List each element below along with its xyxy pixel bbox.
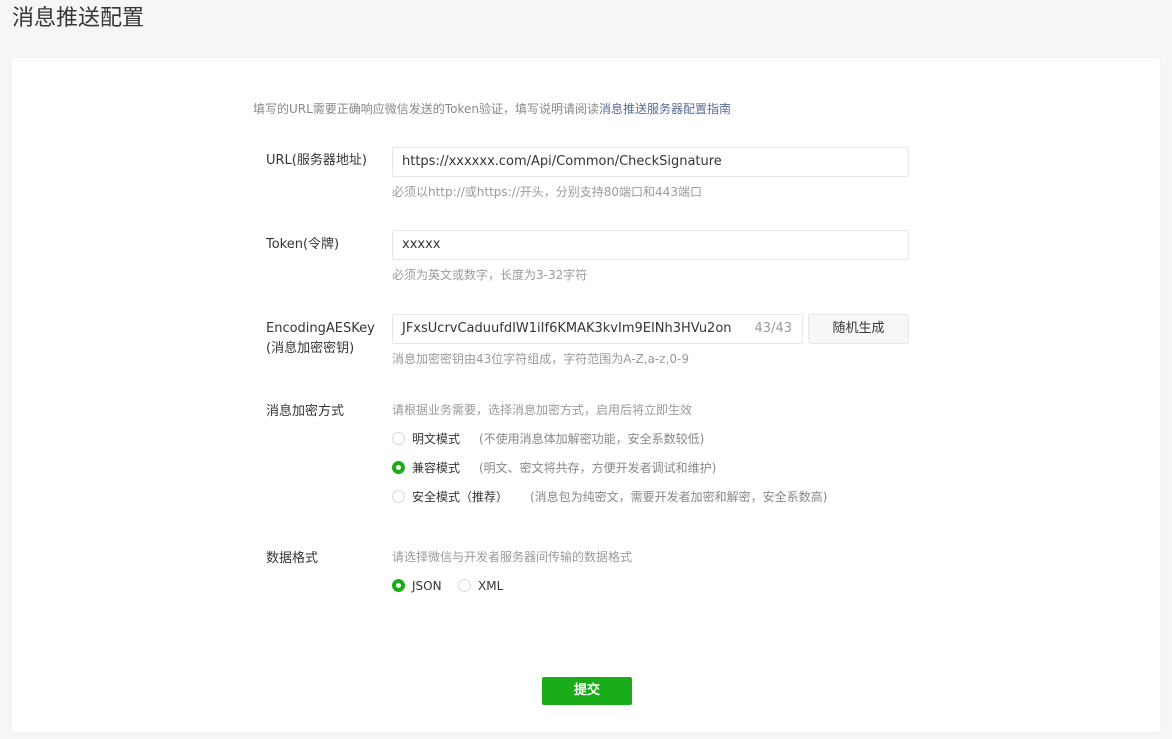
encryption-option-plain[interactable]: 明文模式 (不使用消息体加解密功能，安全系数较低) (392, 429, 792, 449)
radio-compat-desc: (明文、密文将共存，方便开发者调试和维护) (479, 461, 717, 475)
submit-button[interactable]: 提交 (542, 677, 632, 705)
token-input-value: xxxxx (402, 237, 441, 252)
radio-json[interactable] (392, 579, 405, 592)
config-card: 填写的URL需要正确响应微信发送的Token验证，填写说明请阅读消息推送服务器配… (12, 58, 1160, 732)
url-input-value: https://xxxxxx.com/Api/Common/CheckSigna… (402, 154, 722, 169)
radio-compat-label: 兼容模式 (412, 461, 461, 475)
radio-plain-desc: (不使用消息体加解密功能，安全系数较低) (479, 432, 705, 446)
radio-json-label: JSON (412, 579, 442, 593)
encryption-label: 消息加密方式 (266, 404, 345, 419)
token-input[interactable]: xxxxx (392, 230, 909, 260)
radio-xml-label: XML (478, 579, 504, 593)
url-input[interactable]: https://xxxxxx.com/Api/Common/CheckSigna… (392, 147, 909, 177)
radio-secure-label: 安全模式（推荐） (412, 490, 509, 504)
intro-description: 填写的URL需要正确响应微信发送的Token验证，填写说明请阅读 (253, 102, 599, 116)
aeskey-counter: 43/43 (754, 321, 792, 336)
radio-plain[interactable] (392, 432, 405, 445)
radio-compat[interactable] (392, 461, 405, 474)
format-label: 数据格式 (266, 551, 319, 566)
format-option-xml[interactable]: XML (458, 576, 518, 596)
radio-xml[interactable] (458, 579, 471, 592)
encryption-option-secure[interactable]: 安全模式（推荐） (消息包为纯密文，需要开发者加密和解密，安全系数高) (392, 487, 892, 507)
aeskey-hint: 消息加密密钥由43位字符组成，字符范围为A-Z,a-z,0-9 (392, 352, 689, 366)
radio-secure-desc: (消息包为纯密文，需要开发者加密和解密，安全系数高) (530, 490, 828, 504)
aeskey-label: EncodingAESKey (266, 321, 375, 336)
radio-secure[interactable] (392, 490, 405, 503)
aeskey-label-sub: (消息加密密钥) (266, 341, 355, 356)
encryption-hint: 请根据业务需要，选择消息加密方式，启用后将立即生效 (392, 403, 693, 417)
intro-text: 填写的URL需要正确响应微信发送的Token验证，填写说明请阅读消息推送服务器配… (253, 98, 731, 120)
format-option-json[interactable]: JSON (392, 576, 452, 596)
token-label: Token(令牌) (266, 237, 340, 252)
radio-plain-label: 明文模式 (412, 432, 461, 446)
guide-link[interactable]: 消息推送服务器配置指南 (599, 102, 731, 116)
generate-key-button[interactable]: 随机生成 (808, 314, 909, 344)
aeskey-input[interactable]: JFxsUcrvCaduufdIW1iIf6KMAK3kvIm9EINh3HVu… (392, 314, 803, 344)
format-hint: 请选择微信与开发者服务器间传输的数据格式 (392, 550, 633, 564)
token-hint: 必须为英文或数字，长度为3-32字符 (392, 268, 588, 282)
page-title: 消息推送配置 (12, 6, 145, 31)
url-hint: 必须以http://或https://开头，分别支持80端口和443端口 (392, 185, 702, 199)
aeskey-input-value: JFxsUcrvCaduufdIW1iIf6KMAK3kvIm9EINh3HVu… (402, 321, 732, 336)
url-label: URL(服务器地址) (266, 153, 367, 168)
encryption-option-compat[interactable]: 兼容模式 (明文、密文将共存，方便开发者调试和维护) (392, 458, 792, 478)
